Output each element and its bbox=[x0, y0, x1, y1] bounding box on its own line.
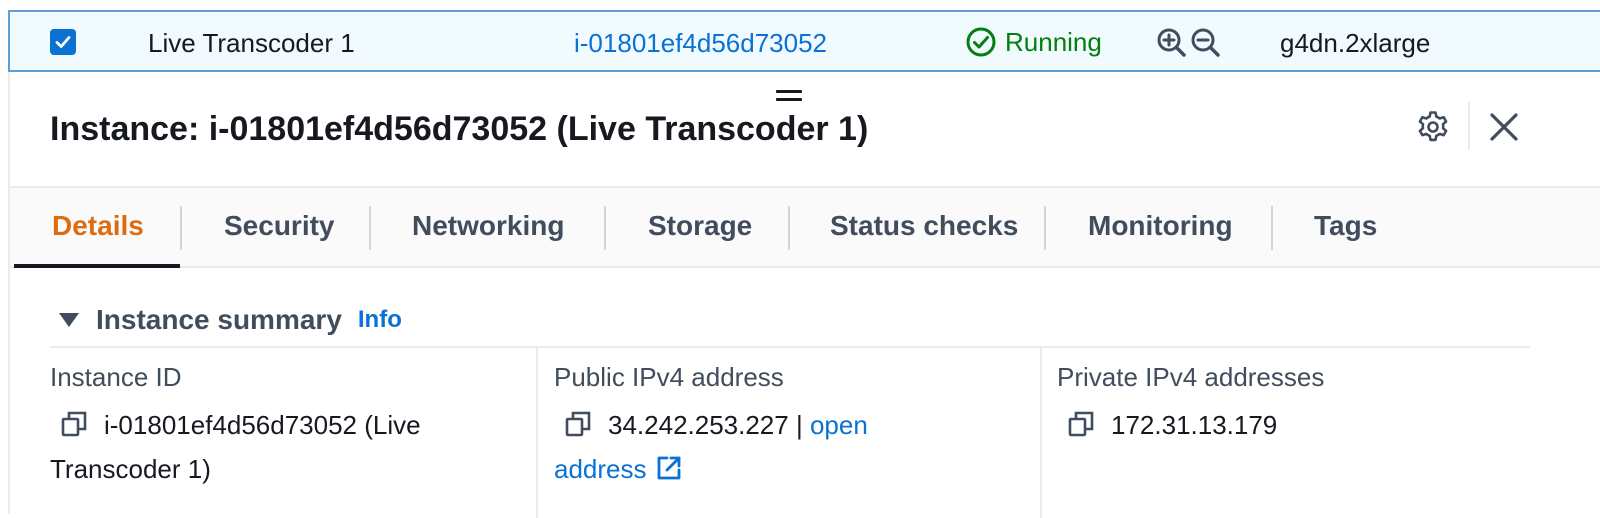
field-label: Instance ID bbox=[50, 362, 182, 392]
private-ip-value: 172.31.13.179 bbox=[1111, 410, 1278, 440]
instance-summary-header: Instance summary Info bbox=[58, 304, 402, 336]
row-status-label: Running bbox=[1005, 26, 1102, 57]
field-instance-id: Instance ID i-01801ef4d56d73052 (Live Tr… bbox=[50, 362, 421, 491]
row-instance-name: Live Transcoder 1 bbox=[148, 28, 355, 58]
section-divider bbox=[50, 346, 1530, 348]
copy-icon[interactable] bbox=[60, 407, 88, 437]
details-tabs: Details Security Networking Storage Stat… bbox=[10, 186, 1600, 268]
tab-tags[interactable]: Tags bbox=[1314, 210, 1377, 242]
tab-networking[interactable]: Networking bbox=[412, 210, 564, 242]
row-zoom-controls bbox=[1156, 27, 1222, 59]
section-title[interactable]: Instance summary bbox=[96, 304, 342, 336]
caret-down-icon[interactable] bbox=[58, 312, 80, 328]
value-separator: | bbox=[795, 410, 803, 440]
gear-icon[interactable] bbox=[1415, 109, 1451, 145]
field-public-ipv4: Public IPv4 address 34.242.253.227 | ope… bbox=[554, 362, 868, 491]
tab-storage[interactable]: Storage bbox=[648, 210, 752, 242]
drag-handle-icon[interactable] bbox=[776, 84, 804, 104]
checkbox-checked-icon bbox=[55, 36, 71, 48]
instance-id-value-line1: i-01801ef4d56d73052 (Live bbox=[104, 410, 421, 440]
tab-details[interactable]: Details bbox=[52, 210, 144, 242]
field-private-ipv4: Private IPv4 addresses 172.31.13.179 bbox=[1057, 362, 1324, 447]
field-value: 172.31.13.179 bbox=[1057, 403, 1324, 447]
info-link[interactable]: Info bbox=[358, 306, 402, 334]
instance-id-value-line2: Transcoder 1) bbox=[50, 454, 211, 484]
copy-icon[interactable] bbox=[1067, 407, 1095, 437]
tab-separator bbox=[788, 206, 790, 250]
field-label: Public IPv4 address bbox=[554, 362, 784, 392]
tab-separator bbox=[369, 206, 371, 250]
status-success-icon bbox=[966, 27, 996, 57]
tab-separator bbox=[180, 206, 182, 250]
instance-table-row-selected[interactable]: Live Transcoder 1 i-01801ef4d56d73052 Ru… bbox=[8, 10, 1600, 72]
tab-separator bbox=[604, 206, 606, 250]
row-checkbox[interactable] bbox=[50, 29, 76, 55]
public-ip-value: 34.242.253.227 bbox=[608, 410, 789, 440]
open-address-link-part2[interactable]: address bbox=[554, 454, 647, 484]
panel-title: Instance: i-01801ef4d56d73052 (Live Tran… bbox=[50, 110, 869, 148]
row-instance-type: g4dn.2xlarge bbox=[1280, 28, 1431, 58]
field-value: i-01801ef4d56d73052 (Live Transcoder 1) bbox=[50, 403, 421, 491]
tab-status-checks[interactable]: Status checks bbox=[830, 210, 1018, 242]
header-divider bbox=[1468, 102, 1470, 150]
active-tab-indicator bbox=[14, 264, 180, 268]
external-link-icon[interactable] bbox=[655, 451, 683, 480]
row-instance-state: Running bbox=[965, 26, 1102, 58]
open-address-link-part1[interactable]: open bbox=[810, 410, 868, 440]
column-divider bbox=[536, 348, 538, 518]
tab-separator bbox=[1271, 206, 1273, 250]
tab-security[interactable]: Security bbox=[224, 210, 335, 242]
row-instance-id-link[interactable]: i-01801ef4d56d73052 bbox=[574, 28, 827, 59]
tab-monitoring[interactable]: Monitoring bbox=[1088, 210, 1233, 242]
copy-icon[interactable] bbox=[564, 407, 592, 437]
field-label: Private IPv4 addresses bbox=[1057, 362, 1325, 392]
zoom-in-icon[interactable] bbox=[1156, 27, 1188, 59]
tab-separator bbox=[1044, 206, 1046, 250]
close-icon[interactable] bbox=[1485, 108, 1523, 146]
field-value: 34.242.253.227 | open address bbox=[554, 403, 868, 491]
instance-details-panel: Instance: i-01801ef4d56d73052 (Live Tran… bbox=[8, 72, 1600, 518]
column-divider bbox=[1040, 348, 1042, 518]
zoom-out-icon[interactable] bbox=[1190, 27, 1222, 59]
